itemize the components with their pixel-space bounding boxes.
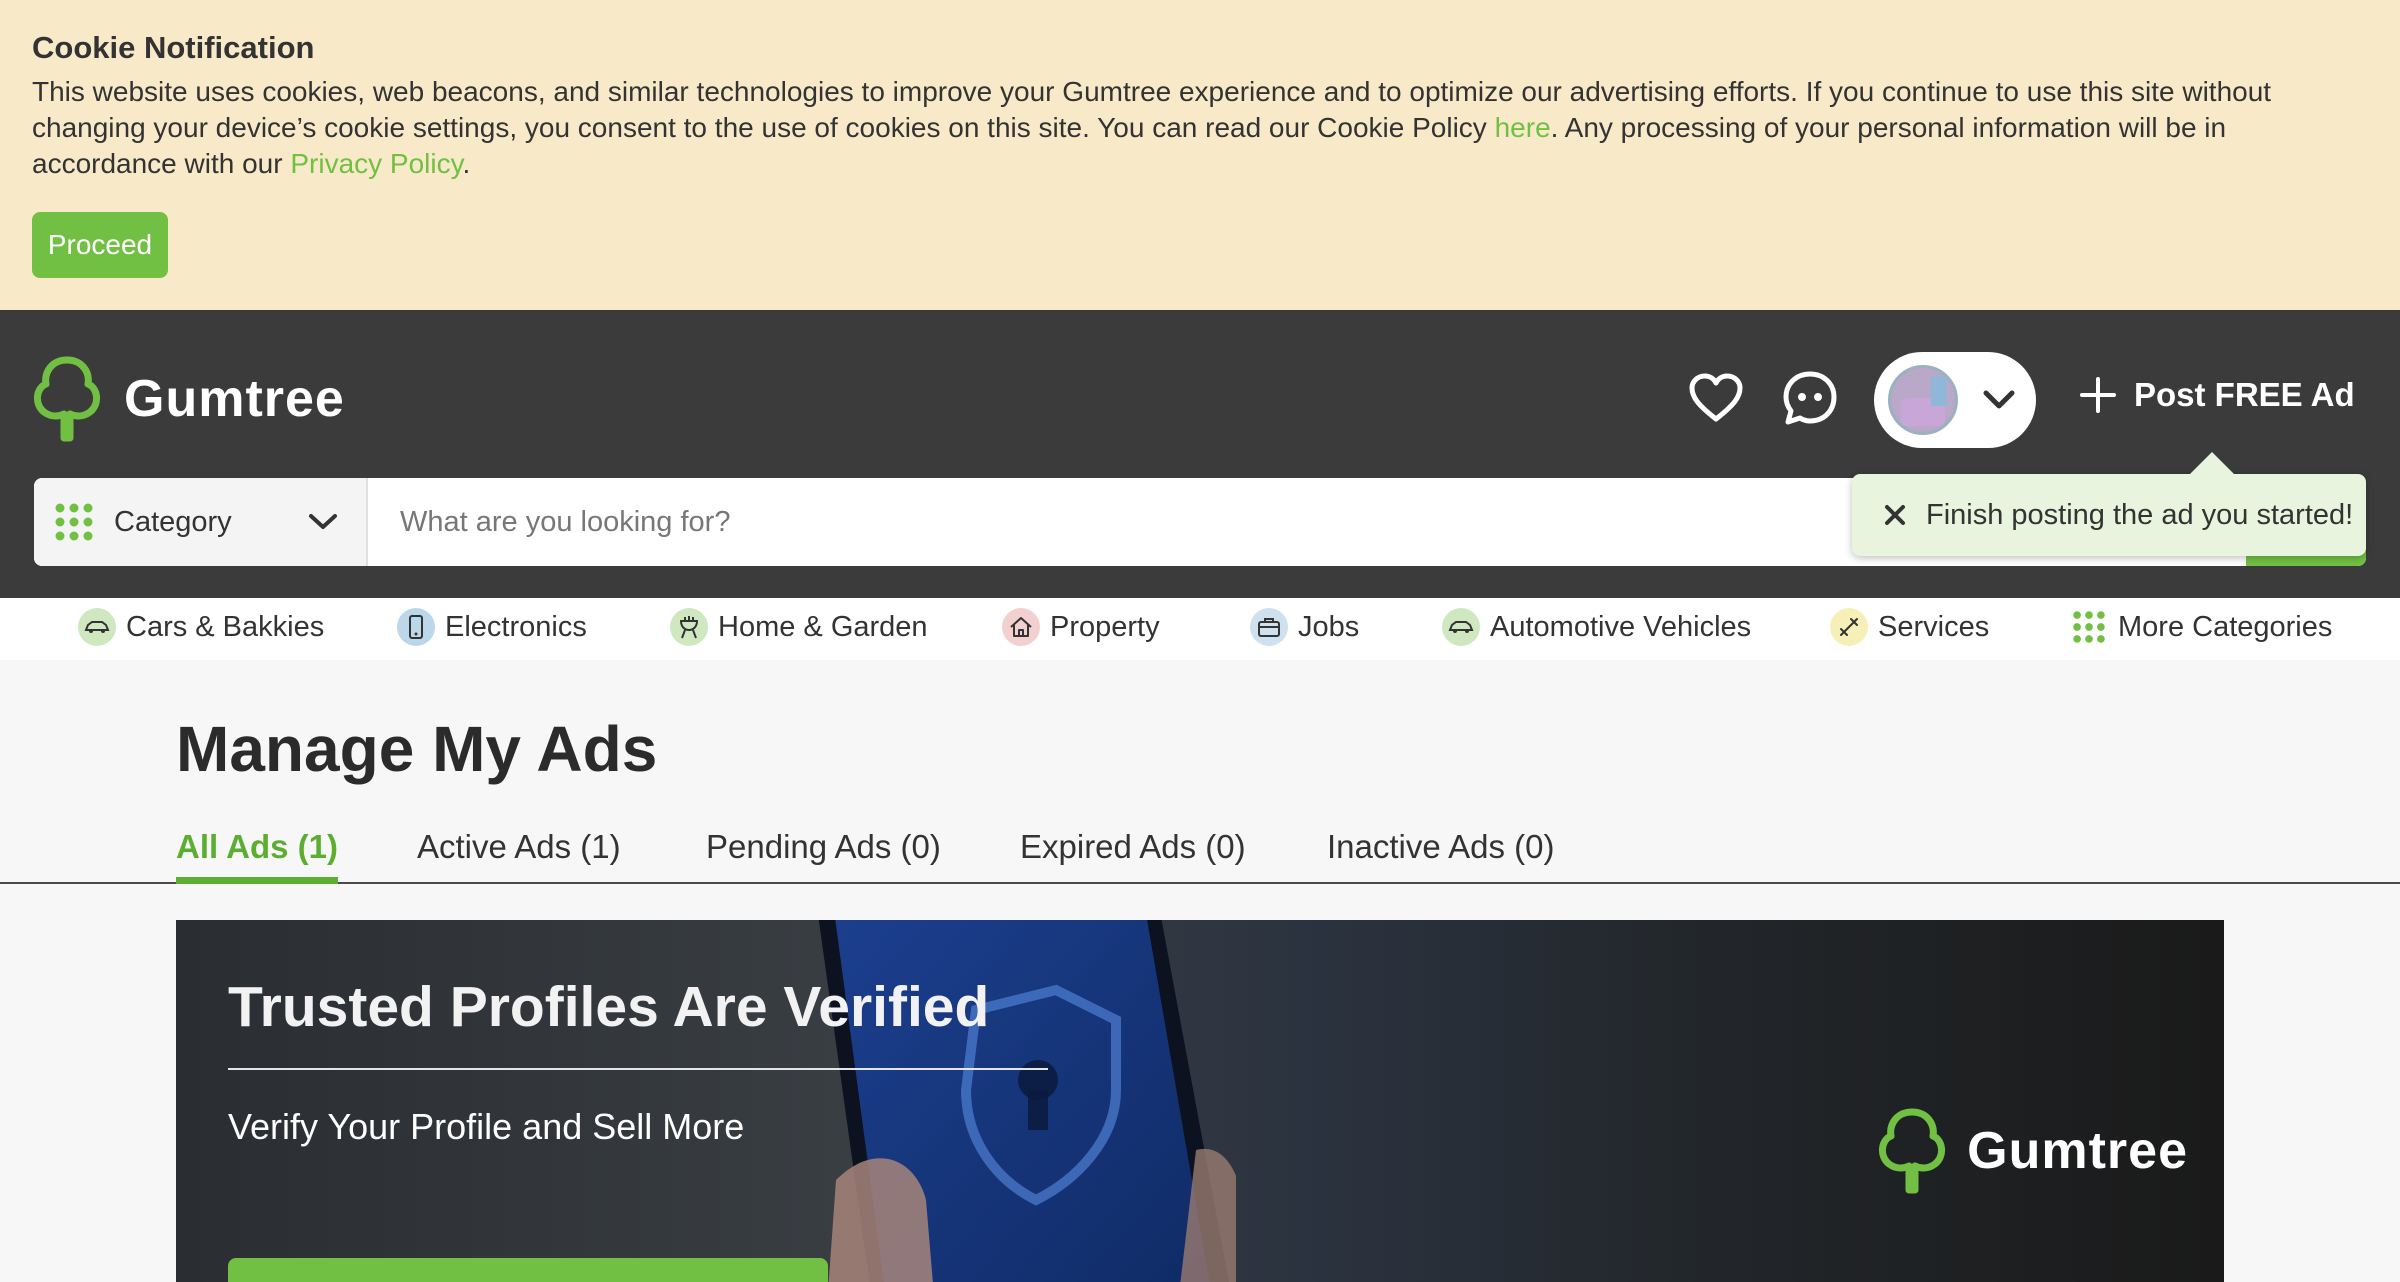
avatar	[1888, 365, 1958, 435]
category-nav: Cars & Bakkies Electronics Home & Garden…	[0, 598, 2400, 660]
privacy-policy-link[interactable]: Privacy Policy	[290, 148, 462, 179]
messages-button[interactable]	[1780, 368, 1840, 428]
category-nav-label: Property	[1050, 610, 1160, 643]
category-select[interactable]: Category	[34, 478, 368, 566]
tab-expired-ads[interactable]: Expired Ads (0)	[1020, 828, 1246, 884]
gumtree-logo[interactable]: Gumtree	[32, 354, 345, 444]
ads-tabs: All Ads (1) Active Ads (1) Pending Ads (…	[0, 824, 2400, 884]
tools-icon	[1830, 608, 1868, 646]
category-nav-label: Services	[1878, 610, 1990, 643]
gumtree-tree-icon	[1879, 1108, 1946, 1194]
cookie-policy-link[interactable]: here	[1495, 112, 1551, 143]
user-menu-button[interactable]	[1874, 352, 2036, 448]
category-nav-home-garden[interactable]: Home & Garden	[670, 608, 928, 646]
cookie-text-part: .	[462, 148, 471, 179]
category-nav-label: Automotive Vehicles	[1490, 610, 1752, 643]
category-label: Category	[114, 505, 232, 538]
verify-profile-button[interactable]	[228, 1258, 828, 1282]
tab-all-ads[interactable]: All Ads (1)	[176, 828, 338, 884]
house-icon	[1002, 608, 1040, 646]
proceed-button[interactable]: Proceed	[32, 212, 168, 278]
banner-gumtree-logo: Gumtree	[1877, 1106, 2188, 1196]
car-icon	[78, 608, 116, 646]
grid-icon	[55, 503, 93, 541]
category-nav-property[interactable]: Property	[1002, 608, 1160, 646]
chat-icon	[1783, 371, 1837, 425]
gumtree-tree-icon	[34, 356, 100, 442]
tab-pending-ads[interactable]: Pending Ads (0)	[706, 828, 941, 884]
finish-posting-tooltip: Finish posting the ad you started!	[1852, 452, 2366, 556]
favourites-button[interactable]	[1686, 368, 1746, 428]
close-icon[interactable]	[1884, 504, 1906, 526]
phone-icon	[397, 608, 435, 646]
grill-icon	[670, 608, 708, 646]
banner-title: Trusted Profiles Are Verified	[228, 975, 990, 1039]
post-free-ad-button[interactable]: Post FREE Ad	[2080, 376, 2355, 414]
briefcase-icon	[1250, 608, 1288, 646]
banner-divider	[228, 1068, 1048, 1070]
tooltip-text: Finish posting the ad you started!	[1926, 498, 2354, 531]
category-nav-cars-bakkies[interactable]: Cars & Bakkies	[78, 608, 324, 646]
cookie-title: Cookie Notification	[32, 30, 315, 65]
heart-icon	[1689, 373, 1743, 422]
page-title: Manage My Ads	[176, 713, 658, 785]
car-icon	[1442, 608, 1480, 646]
category-nav-more-categories[interactable]: More Categories	[2070, 608, 2332, 646]
grid-icon	[2070, 608, 2108, 646]
category-nav-label: More Categories	[2118, 610, 2333, 643]
banner-subtitle: Verify Your Profile and Sell More	[228, 1106, 745, 1147]
tab-active-ads[interactable]: Active Ads (1)	[417, 828, 621, 884]
banner-logo-text: Gumtree	[1967, 1122, 2188, 1180]
site-header: Gumtree Post FREE Ad Category What are y…	[0, 310, 2400, 598]
category-nav-services[interactable]: Services	[1830, 608, 1989, 646]
plus-icon	[2080, 377, 2116, 413]
category-nav-automotive-vehicles[interactable]: Automotive Vehicles	[1442, 608, 1751, 646]
logo-text: Gumtree	[124, 370, 345, 428]
category-nav-electronics[interactable]: Electronics	[397, 608, 587, 646]
category-nav-label: Electronics	[445, 610, 587, 643]
category-nav-label: Home & Garden	[718, 610, 928, 643]
cookie-text: This website uses cookies, web beacons, …	[32, 74, 2372, 182]
category-nav-jobs[interactable]: Jobs	[1250, 608, 1359, 646]
post-ad-label: Post FREE Ad	[2134, 376, 2355, 413]
cookie-banner: Cookie Notification This website uses co…	[0, 0, 2400, 310]
chevron-down-icon	[309, 514, 337, 529]
category-nav-label: Cars & Bakkies	[126, 610, 325, 643]
verify-profile-banner: Trusted Profiles Are Verified Verify You…	[176, 920, 2224, 1282]
tab-inactive-ads[interactable]: Inactive Ads (0)	[1327, 828, 1554, 884]
category-nav-label: Jobs	[1298, 610, 1360, 643]
chevron-down-icon	[1983, 390, 2015, 409]
